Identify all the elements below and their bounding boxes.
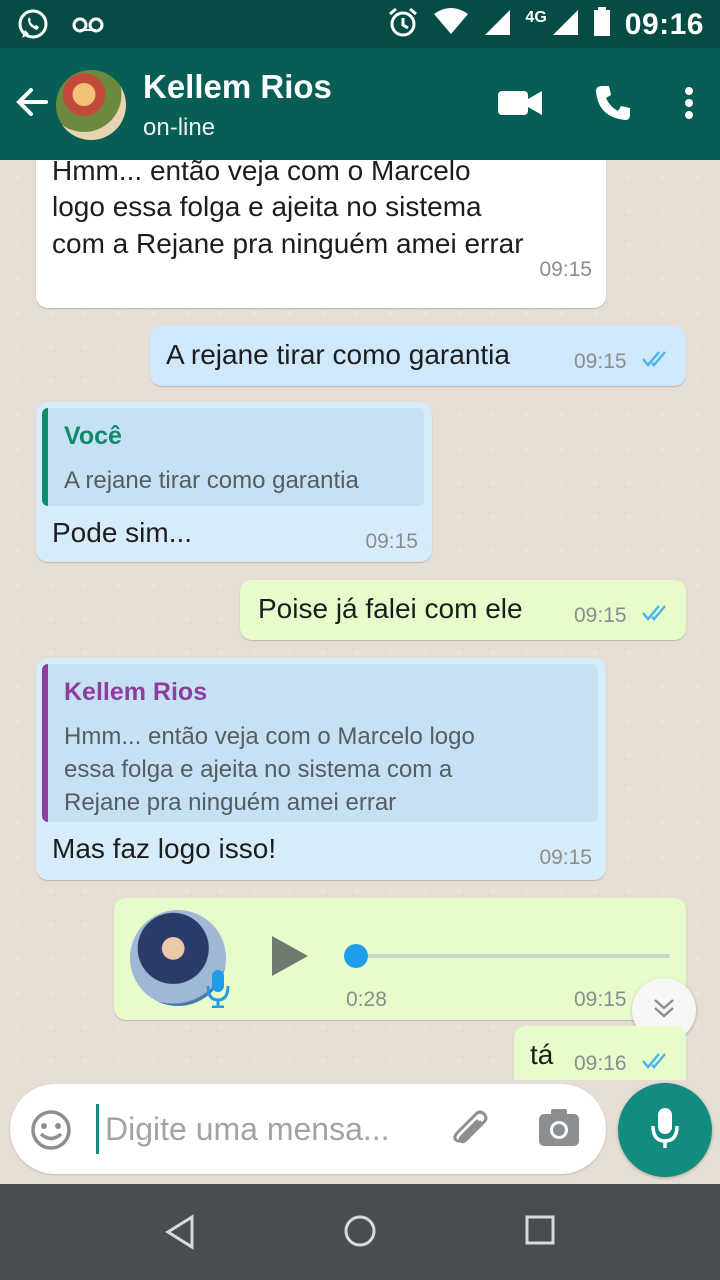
phone-icon[interactable]: [594, 84, 632, 127]
message-text: A rejane tirar como garantia: [166, 339, 510, 370]
contact-status: on-line: [143, 114, 216, 141]
quote-text: Rejane pra ninguém amei errar: [64, 789, 397, 816]
mic-icon: [650, 1106, 680, 1155]
nav-recents-icon[interactable]: [524, 1214, 556, 1251]
message-time: 09:16: [574, 1052, 627, 1075]
chevron-down-icon: [650, 994, 678, 1027]
double-check-icon: [642, 350, 672, 373]
record-voice-button[interactable]: [618, 1083, 712, 1177]
voice-duration: 0:28: [346, 988, 387, 1011]
play-icon[interactable]: [270, 934, 310, 983]
quote-author: Kellem Rios: [64, 678, 208, 706]
clock: 09:16: [624, 7, 704, 41]
message-time: 09:15: [574, 604, 627, 627]
message-incoming-reply[interactable]: Kellem Rios Hmm... então veja com o Marc…: [36, 658, 606, 880]
emoji-icon[interactable]: [30, 1109, 72, 1156]
back-arrow-icon[interactable]: [14, 84, 50, 125]
message-time: 09:15: [539, 846, 592, 869]
alarm-icon: [387, 6, 419, 43]
avatar[interactable]: [56, 70, 126, 140]
whatsapp-icon: [16, 8, 50, 47]
message-time: 09:15: [539, 258, 592, 281]
message-text: Pode sim...: [52, 517, 193, 548]
double-check-icon: [642, 1052, 672, 1075]
text-cursor: [96, 1104, 99, 1154]
status-bar: 4G 09:16: [0, 0, 720, 48]
message-text: Hmm... então veja com o Marcelo: [52, 160, 471, 186]
mic-icon: [206, 968, 230, 1013]
message-time: 09:15: [365, 530, 418, 553]
wifi-icon: [433, 8, 469, 41]
camera-icon[interactable]: [538, 1108, 580, 1153]
quote-text: essa folga e ajeita no sistema com a: [64, 756, 453, 783]
voicemail-icon: [72, 16, 104, 39]
quote-text: A rejane tirar como garantia: [64, 467, 359, 494]
double-check-icon: [642, 604, 672, 627]
message-text: Mas faz logo isso!: [52, 833, 277, 864]
message-text: com a Rejane pra ninguém amei errar: [52, 228, 524, 259]
message-composer: [10, 1084, 606, 1174]
message-outgoing[interactable]: A rejane tirar como garantia 09:15: [150, 326, 686, 386]
message-outgoing[interactable]: Poise já falei com ele 09:15: [240, 580, 686, 640]
message-text: logo essa folga e ajeita no sistema: [52, 191, 482, 222]
message-outgoing[interactable]: tá 09:16: [514, 1026, 686, 1080]
message-incoming[interactable]: Hmm... então veja com o Marcelo logo ess…: [36, 160, 606, 308]
more-vert-icon[interactable]: [684, 86, 694, 125]
message-incoming-reply[interactable]: Você A rejane tirar como garantia Pode s…: [36, 402, 432, 562]
chat-header: Kellem Rios on-line: [0, 48, 720, 160]
signal-icon: [551, 8, 579, 41]
message-text: Poise já falei com ele: [258, 593, 523, 624]
network-type: 4G: [525, 8, 547, 26]
quoted-message[interactable]: Kellem Rios Hmm... então veja com o Marc…: [42, 664, 598, 822]
quote-text: Hmm... então veja com o Marcelo logo: [64, 723, 475, 750]
battery-icon: [593, 7, 611, 42]
audio-progress-handle[interactable]: [344, 944, 368, 968]
chat-area[interactable]: Hmm... então veja com o Marcelo logo ess…: [0, 160, 720, 1080]
message-text: tá: [530, 1039, 554, 1070]
quoted-message[interactable]: Você A rejane tirar como garantia: [42, 408, 424, 506]
nav-home-icon[interactable]: [343, 1214, 377, 1253]
voice-message[interactable]: 0:28 09:15: [114, 898, 686, 1020]
signal-icon: [483, 8, 511, 41]
system-nav-bar: [0, 1184, 720, 1280]
message-time: 09:15: [574, 988, 627, 1011]
nav-back-icon[interactable]: [164, 1214, 196, 1255]
contact-name[interactable]: Kellem Rios: [143, 68, 332, 106]
message-time: 09:15: [574, 350, 627, 373]
message-input[interactable]: [105, 1106, 435, 1152]
quote-author: Você: [64, 422, 122, 450]
video-call-icon[interactable]: [498, 89, 542, 122]
attach-icon[interactable]: [450, 1108, 494, 1157]
audio-progress-track[interactable]: [350, 954, 670, 958]
